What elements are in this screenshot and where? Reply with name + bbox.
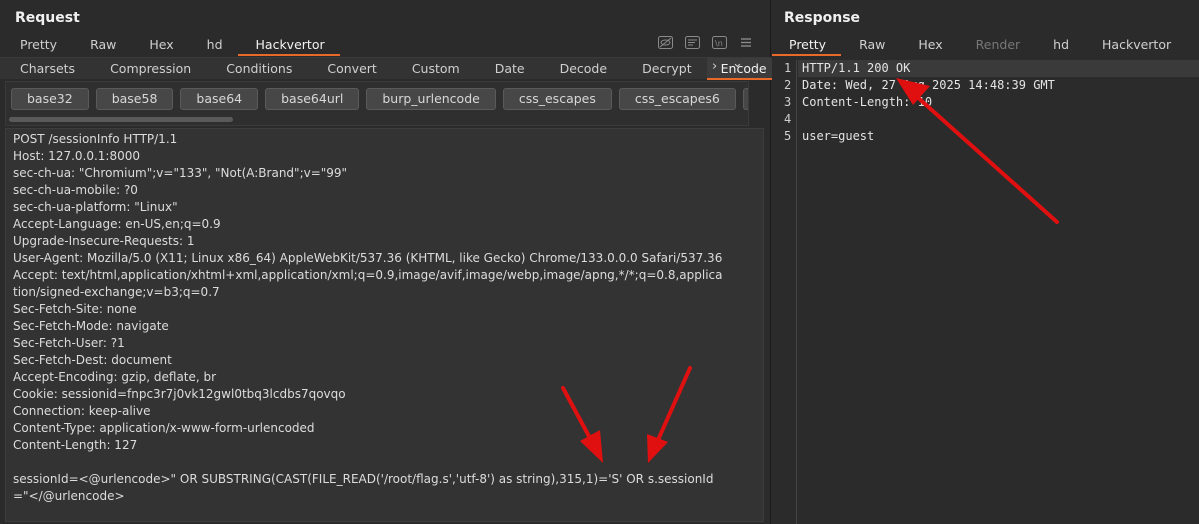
subtab-convert[interactable]: Convert [307, 58, 391, 80]
response-header-line: Date: Wed, 27 Aug 2025 14:48:39 GMT [802, 78, 1055, 92]
response-pane: Response Pretty Raw Hex Render hd Hackve… [772, 0, 1199, 524]
request-line: Sec-Fetch-Dest: document [13, 353, 172, 367]
request-body-line: sessionId=<@urlencode>" OR SUBSTRING(CAS… [13, 472, 714, 486]
request-view-icons: \n [657, 35, 754, 50]
request-line: User-Agent: Mozilla/5.0 (X11; Linux x86_… [13, 251, 723, 265]
encode-button-bar: base32 base58 base64 base64url burp_urle… [5, 81, 749, 126]
line-number: 3 [784, 95, 792, 109]
response-view-tabs: Pretty Raw Hex Render hd Hackvertor [772, 34, 1186, 56]
request-pane: Request Pretty Raw Hex hd Hackvertor \n … [0, 0, 781, 524]
response-tab-hd[interactable]: hd [1035, 34, 1084, 56]
request-tab-hackvertor[interactable]: Hackvertor [237, 34, 340, 56]
request-line [13, 454, 763, 471]
request-line: tion/signed-exchange;v=b3;q=0.7 [13, 285, 220, 299]
line-number: 4 [784, 112, 792, 126]
request-line: sec-ch-ua-mobile: ?0 [13, 183, 138, 197]
request-line: Accept-Language: en-US,en;q=0.9 [13, 217, 221, 231]
request-line: Upgrade-Insecure-Requests: 1 [13, 234, 195, 248]
request-title: Request [15, 10, 80, 26]
response-tab-pretty[interactable]: Pretty [772, 34, 842, 56]
encode-css-escapes-button[interactable]: css_escapes [502, 88, 612, 110]
encode-dec-entities-button[interactable]: dec_entities [742, 88, 748, 110]
request-tab-hd[interactable]: hd [189, 34, 238, 56]
response-title: Response [784, 10, 861, 26]
response-tab-hex[interactable]: Hex [900, 34, 957, 56]
encode-base32-button[interactable]: base32 [11, 88, 89, 110]
response-status-line: HTTP/1.1 200 OK [802, 61, 911, 75]
encode-base58-button[interactable]: base58 [95, 88, 174, 110]
encode-css-escapes6-button[interactable]: css_escapes6 [618, 88, 736, 110]
line-number: 1 [784, 61, 792, 75]
subtab-decode[interactable]: Decode [540, 58, 622, 80]
request-tab-hex[interactable]: Hex [131, 34, 188, 56]
subtab-charsets[interactable]: Charsets [0, 58, 90, 80]
request-line: sec-ch-ua: "Chromium";v="133", "Not(A:Br… [13, 166, 348, 180]
menu-icon[interactable] [738, 35, 754, 50]
request-tab-pretty[interactable]: Pretty [0, 34, 72, 56]
eye-off-icon[interactable] [657, 35, 673, 50]
request-tab-raw[interactable]: Raw [72, 34, 131, 56]
subtab-decrypt[interactable]: Decrypt [622, 58, 707, 80]
response-tab-render: Render [975, 37, 1021, 52]
subtab-compression[interactable]: Compression [90, 58, 206, 80]
response-editor[interactable]: 1 2 3 4 5 HTTP/1.1 200 OK Date: Wed, 27 … [772, 60, 1199, 524]
horizontal-scrollbar[interactable] [9, 117, 233, 122]
response-body-line: user=guest [802, 129, 875, 143]
request-line: sec-ch-ua-platform: "Linux" [13, 200, 178, 214]
request-line: Connection: keep-alive [13, 404, 151, 418]
request-line: Accept: text/html,application/xhtml+xml,… [13, 268, 723, 282]
wrap-lines-icon[interactable] [684, 35, 700, 50]
line-number: 2 [784, 78, 792, 92]
request-line: Sec-Fetch-Mode: navigate [13, 319, 169, 333]
request-line: Content-Length: 127 [13, 438, 138, 452]
request-editor[interactable]: POST /sessionInfo HTTP/1.1 Host: 127.0.0… [5, 128, 764, 522]
subtab-encode[interactable]: Encode [706, 58, 781, 80]
encode-burp-urlencode-button[interactable]: burp_urlencode [366, 88, 496, 110]
request-line: Accept-Encoding: gzip, deflate, br [13, 370, 217, 384]
request-text: POST /sessionInfo HTTP/1.1 Host: 127.0.0… [13, 131, 763, 505]
subtab-date[interactable]: Date [475, 58, 540, 80]
response-tab-hackvertor[interactable]: Hackvertor [1084, 34, 1186, 56]
request-line: Cookie: sessionid=fnpc3r7j0vk12gwl0tbq3l… [13, 387, 346, 401]
svg-text:\n: \n [715, 39, 723, 48]
response-tab-raw[interactable]: Raw [841, 34, 900, 56]
chevron-down-icon[interactable]: ⌄ [732, 56, 743, 71]
chevron-right-icon[interactable]: › [712, 59, 717, 74]
line-number: 5 [784, 129, 792, 143]
request-line: Content-Type: application/x-www-form-url… [13, 421, 315, 435]
request-line: Sec-Fetch-User: ?1 [13, 336, 125, 350]
request-view-tabs: Pretty Raw Hex hd Hackvertor [0, 34, 340, 56]
request-line: Host: 127.0.0.1:8000 [13, 149, 141, 163]
request-body-line: ="</@urlencode> [13, 489, 125, 503]
response-header-line: Content-Length: 10 [802, 95, 933, 109]
request-line: Sec-Fetch-Site: none [13, 302, 137, 316]
subtab-custom[interactable]: Custom [392, 58, 475, 80]
newline-icon[interactable]: \n [711, 35, 727, 50]
subtab-conditions[interactable]: Conditions [206, 58, 307, 80]
encode-base64-button[interactable]: base64 [180, 88, 259, 110]
hackvertor-category-tabs: Charsets Compression Conditions Convert … [0, 57, 781, 80]
encode-base64url-button[interactable]: base64url [265, 88, 360, 110]
request-line: POST /sessionInfo HTTP/1.1 [13, 132, 178, 146]
line-number-gutter: 1 2 3 4 5 [772, 60, 797, 524]
